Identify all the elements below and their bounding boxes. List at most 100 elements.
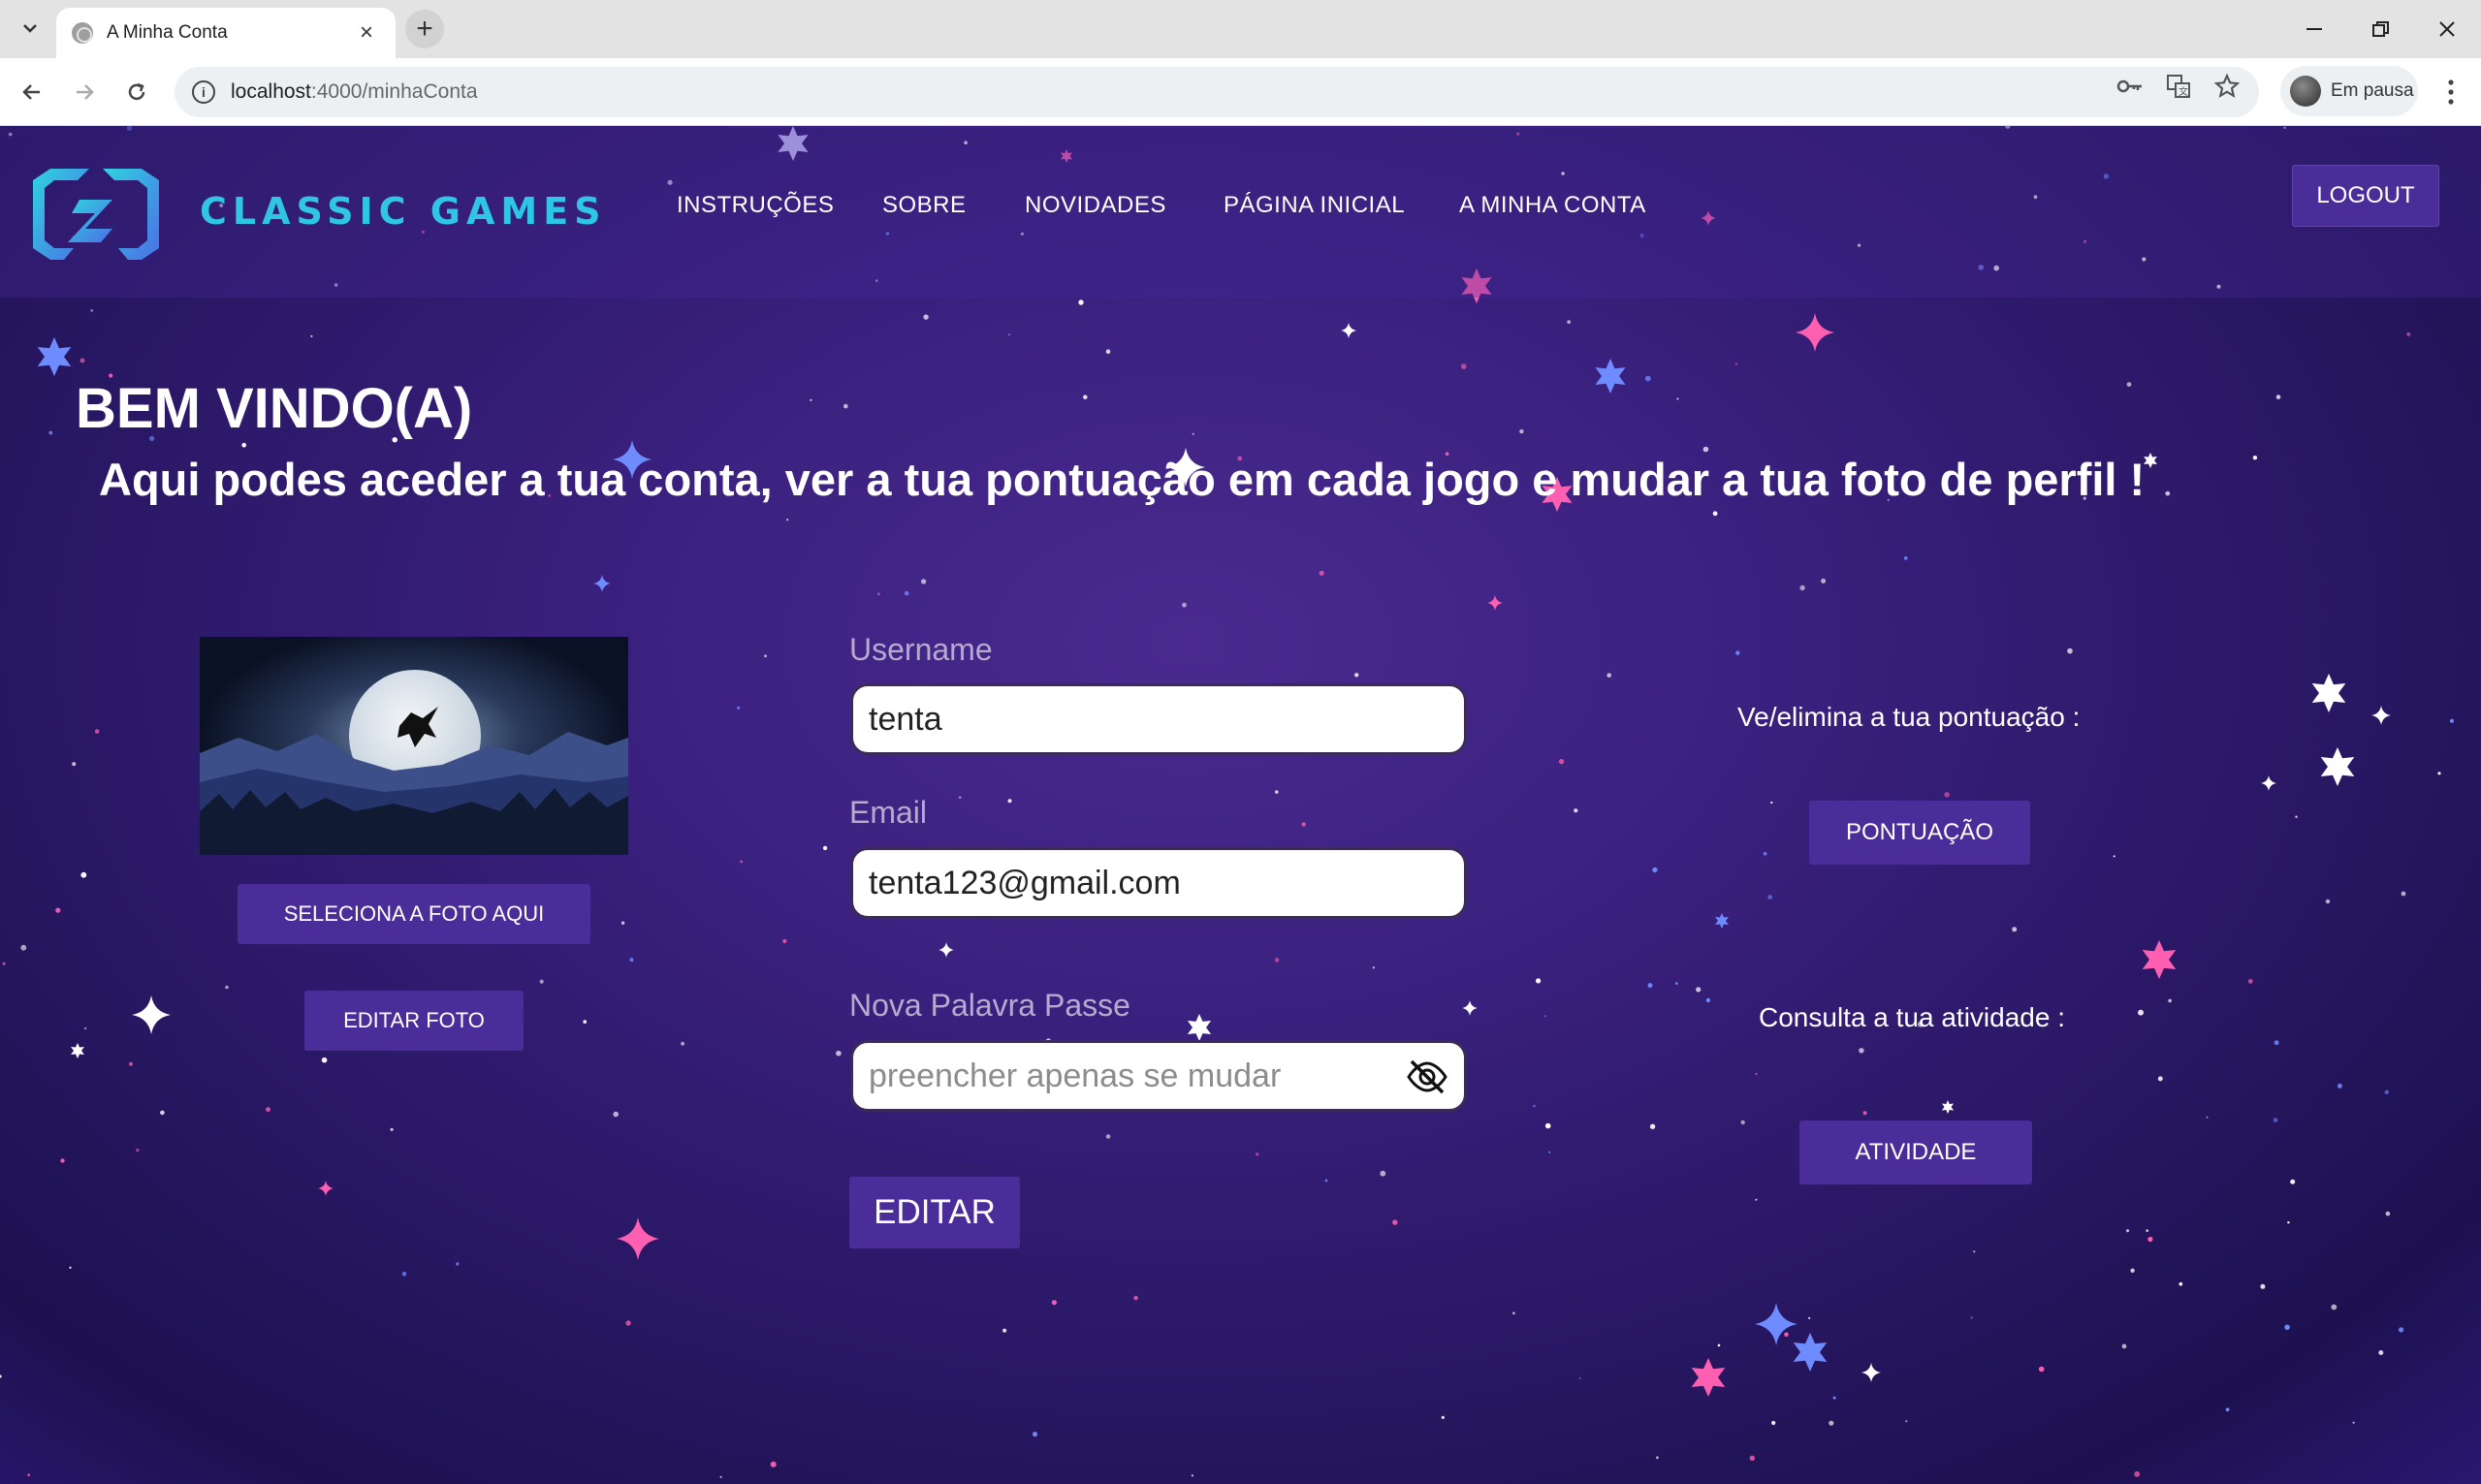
star-dot — [2146, 1229, 2149, 1232]
star-shape — [1793, 1333, 1828, 1372]
welcome-title: BEM VINDO(A) — [76, 377, 473, 440]
reload-icon[interactable] — [116, 72, 157, 112]
star-dot — [1574, 808, 1578, 813]
star-dot — [904, 590, 909, 596]
translate-icon[interactable]: 文 — [2164, 72, 2193, 101]
star-dot — [456, 1262, 460, 1266]
star-dot — [1133, 1295, 1138, 1301]
password-field[interactable]: preencher apenas se mudar — [850, 1040, 1467, 1112]
star-dot — [2290, 1179, 2296, 1184]
brand-name[interactable]: CLASSIC GAMES — [200, 190, 607, 233]
star-dot — [1644, 375, 1651, 382]
score-button[interactable]: PONTUAÇÃO — [1809, 801, 2030, 865]
star-dot — [2138, 1009, 2144, 1016]
site-info-icon[interactable]: i — [192, 80, 215, 104]
star-dot — [160, 1110, 165, 1116]
star-dot — [2385, 1211, 2391, 1216]
star-dot — [1606, 673, 1611, 678]
minimize-icon[interactable] — [2286, 10, 2344, 48]
username-field[interactable]: tenta — [850, 683, 1467, 755]
browser-tab[interactable]: A Minha Conta × — [56, 8, 396, 58]
star-dot — [1905, 1420, 1908, 1423]
sparkle-star — [1796, 313, 1834, 352]
star-dot — [1032, 1432, 1038, 1437]
star-icon[interactable] — [2212, 72, 2242, 101]
star-dot — [2130, 1268, 2135, 1274]
star-dot — [629, 958, 634, 963]
star-dot — [1771, 1420, 1776, 1426]
star-dot — [2147, 1236, 2153, 1243]
star-dot — [1903, 556, 1908, 560]
star-dot — [2126, 382, 2132, 387]
tab-list-icon[interactable] — [14, 12, 47, 45]
tab-strip: A Minha Conta × + — [0, 0, 2481, 58]
star-dot — [1544, 1122, 1551, 1129]
star-dot — [1740, 1120, 1745, 1125]
star-dot — [1656, 1456, 1659, 1460]
star-dot — [1512, 1311, 1515, 1315]
star-dot — [1548, 1151, 1551, 1153]
star-shape — [1595, 359, 1626, 394]
star-dot — [1770, 801, 1773, 805]
star-dot — [225, 985, 229, 990]
star-dot — [310, 334, 313, 337]
edit-photo-button[interactable]: EDITAR FOTO — [304, 991, 524, 1051]
star-dot — [770, 1461, 777, 1468]
nav-a-minha-conta[interactable]: A MINHA CONTA — [1459, 192, 1646, 219]
logout-button[interactable]: LOGOUT — [2292, 165, 2439, 227]
star-dot — [613, 1111, 619, 1118]
restore-icon[interactable] — [2352, 10, 2410, 48]
star-dot — [1256, 1152, 1259, 1156]
star-dot — [1105, 1134, 1111, 1139]
star-dot — [1749, 1455, 1756, 1462]
profile-chip[interactable]: Em pausa — [2280, 66, 2418, 116]
star-dot — [1372, 966, 1375, 969]
key-icon[interactable] — [2115, 72, 2145, 101]
activity-button[interactable]: ATIVIDADE — [1799, 1121, 2032, 1184]
star-dot — [1675, 982, 1678, 985]
plus-icon[interactable]: + — [405, 10, 444, 48]
star-dot — [1647, 983, 1653, 989]
star-dot — [620, 921, 625, 925]
star-dot — [72, 762, 77, 767]
star-dot — [1676, 397, 1679, 400]
profile-status: Em pausa — [2331, 80, 2414, 101]
star-dot — [136, 1148, 140, 1152]
star-dot — [80, 871, 87, 878]
star-dot — [923, 314, 929, 320]
email-field[interactable]: tenta123@gmail.com — [850, 847, 1467, 919]
kebab-menu-icon[interactable] — [2432, 72, 2470, 112]
password-label: Nova Palavra Passe — [849, 988, 1130, 1023]
star-dot — [1324, 1179, 1328, 1183]
svg-text:文: 文 — [2179, 85, 2188, 98]
star-dot — [1944, 792, 1950, 798]
star-dot — [1533, 1104, 1536, 1108]
star-dot — [2399, 1327, 2404, 1333]
star-dot — [0, 1374, 2, 1378]
nav-novidades[interactable]: NOVIDADES — [1025, 192, 1166, 219]
star-dot — [1832, 1396, 1836, 1400]
star-dot — [1973, 1250, 1976, 1253]
url-text: localhost:4000/minhaConta — [231, 80, 478, 104]
edit-account-button[interactable]: EDITAR — [849, 1177, 1020, 1248]
logo-icon[interactable] — [29, 167, 163, 262]
back-icon[interactable] — [12, 72, 52, 112]
star-dot — [1567, 320, 1572, 324]
nav-instrucoes[interactable]: INSTRUÇÕES — [677, 192, 834, 219]
window-close-icon[interactable] — [2418, 10, 2476, 48]
address-bar[interactable]: i localhost:4000/minhaConta — [175, 67, 2259, 117]
nav-pagina-inicial[interactable]: PÁGINA INICIAL — [1224, 192, 1405, 219]
forward-icon[interactable] — [64, 72, 105, 112]
url-host: localhost — [231, 80, 311, 103]
eye-slash-icon[interactable] — [1406, 1058, 1448, 1095]
sparkle-star — [132, 995, 171, 1034]
star-dot — [1829, 1420, 1834, 1426]
browser-toolbar: i localhost:4000/minhaConta 文 Em pausa — [0, 58, 2481, 126]
star-dot — [1274, 958, 1280, 963]
nav-sobre[interactable]: SOBRE — [882, 192, 967, 219]
star-dot — [241, 442, 246, 448]
close-icon[interactable]: × — [353, 19, 380, 47]
select-photo-button[interactable]: SELECIONA A FOTO AQUI — [238, 884, 590, 944]
star-dot — [2260, 1283, 2266, 1289]
star-dot — [2284, 1324, 2290, 1331]
